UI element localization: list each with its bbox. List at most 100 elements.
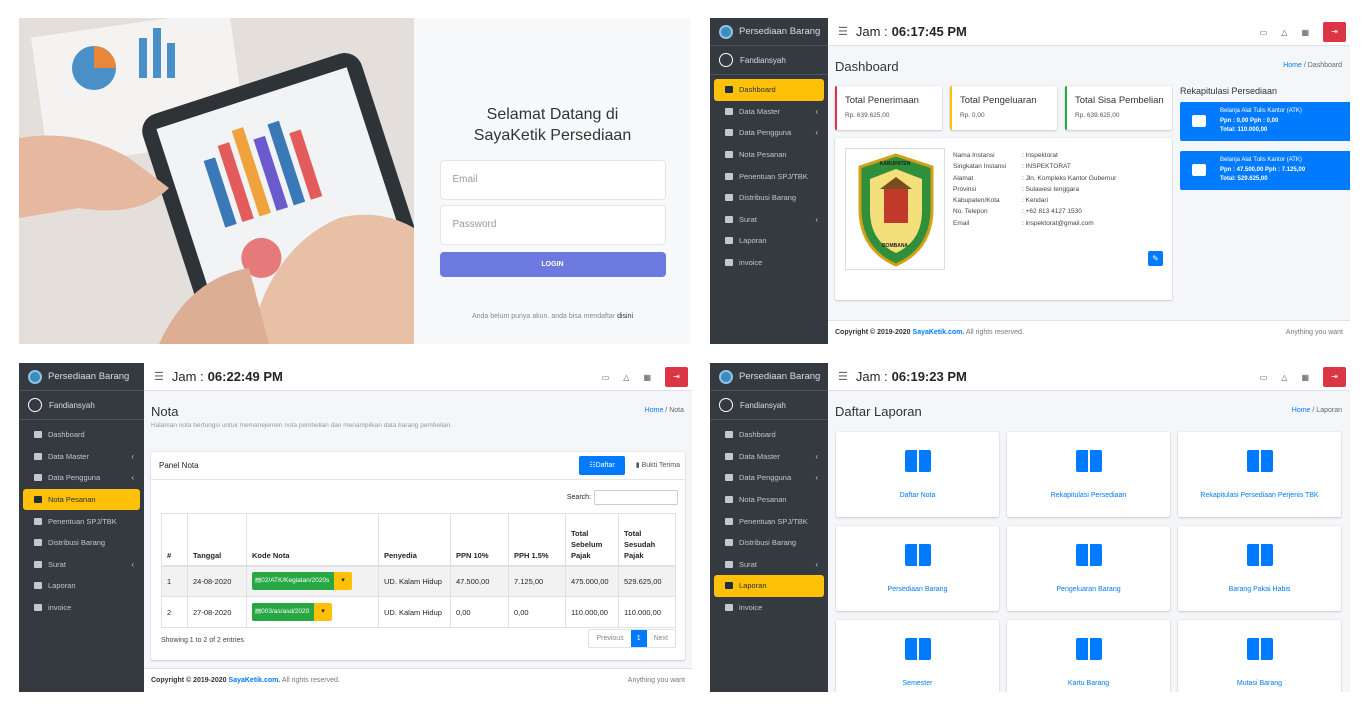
footer-rights: All rights reserved. bbox=[965, 329, 1024, 336]
chat-icon[interactable]: ▭ bbox=[602, 373, 610, 382]
chat-icon[interactable]: ▭ bbox=[1260, 28, 1268, 37]
sidebar-item-spj[interactable]: Penentuan SPJ/TBK bbox=[714, 510, 824, 532]
col-total-sesudah[interactable]: Total Sesudah Pajak bbox=[618, 513, 676, 567]
grid-icon[interactable]: ▦ bbox=[643, 373, 651, 382]
breadcrumb-home[interactable]: Home bbox=[645, 407, 664, 414]
grid-icon[interactable]: ▦ bbox=[1301, 28, 1309, 37]
bell-icon[interactable]: △ bbox=[1281, 373, 1287, 382]
panel-nota: Panel Nota ☷Daftar ▮ Bukti Terima Search… bbox=[151, 452, 685, 660]
sidebar-user[interactable]: Fandiansyah bbox=[710, 46, 828, 75]
sidebar-item-invoice[interactable]: invoice bbox=[23, 597, 140, 619]
report-rekapitulasi-persediaan[interactable]: Rekapitulasi Persediaan bbox=[1007, 432, 1170, 517]
caret-down-icon[interactable]: ▾ bbox=[314, 603, 332, 621]
sidebar-item-data-master[interactable]: Data Master ‹ bbox=[714, 101, 824, 123]
sidebar-item-distribusi[interactable]: Distribusi Barang bbox=[714, 532, 824, 554]
sidebar-item-dashboard[interactable]: Dashboard bbox=[714, 79, 824, 101]
col-penyedia[interactable]: Penyedia bbox=[378, 513, 451, 567]
report-label: Persediaan Barang bbox=[887, 586, 948, 593]
pagination-page-1[interactable]: 1 bbox=[630, 630, 647, 647]
sidebar-item-spj[interactable]: Penentuan SPJ/TBK bbox=[23, 510, 140, 532]
brand-label: Persediaan Barang bbox=[48, 371, 130, 382]
sidebar-item-data-pengguna[interactable]: Data Pengguna ‹ bbox=[23, 467, 140, 489]
sidebar-item-laporan[interactable]: Laporan bbox=[23, 575, 140, 597]
stat-sisa-pembelian: Total Sisa Pembelian Rp. 639.625,00 bbox=[1065, 86, 1172, 130]
sidebar-item-laporan[interactable]: Laporan bbox=[714, 575, 824, 597]
login-button[interactable]: LOGIN bbox=[439, 252, 666, 277]
report-semester[interactable]: Semester bbox=[836, 620, 999, 692]
sidebar-brand[interactable]: Persediaan Barang bbox=[710, 18, 828, 46]
sidebar-item-surat[interactable]: Surat ‹ bbox=[714, 209, 824, 231]
sidebar-item-dashboard[interactable]: Dashboard bbox=[23, 424, 140, 446]
hamburger-icon[interactable]: ☰ bbox=[154, 370, 164, 383]
list-icon bbox=[34, 474, 42, 482]
kode-nota-button[interactable]: ▤02/ATK/Kegiatan/2020s ▾ bbox=[252, 572, 352, 591]
sidebar-item-distribusi[interactable]: Distribusi Barang bbox=[714, 187, 824, 209]
sidebar-user[interactable]: Fandiansyah bbox=[710, 391, 828, 420]
sidebar-item-label: Data Master bbox=[48, 451, 89, 461]
logout-button[interactable]: ⇥ bbox=[1323, 367, 1346, 387]
report-daftar-nota[interactable]: Daftar Nota bbox=[836, 432, 999, 517]
bell-icon[interactable]: △ bbox=[1281, 28, 1287, 37]
sidebar-item-spj[interactable]: Penentuan SPJ/TBK bbox=[714, 165, 824, 187]
sidebar-item-surat[interactable]: Surat ‹ bbox=[23, 554, 140, 576]
sidebar-item-data-pengguna[interactable]: Data Pengguna ‹ bbox=[714, 467, 824, 489]
tab-daftar[interactable]: ☷Daftar bbox=[579, 456, 625, 475]
sidebar-brand[interactable]: Persediaan Barang bbox=[19, 363, 144, 391]
sidebar-user[interactable]: Fandiansyah bbox=[19, 391, 144, 420]
list-icon bbox=[725, 474, 733, 482]
report-rekapitulasi-perjenis-tbk[interactable]: Rekapitulasi Persediaan Perjenis TBK bbox=[1178, 432, 1341, 517]
footer-site-link[interactable]: SayaKetik.com. bbox=[229, 677, 281, 684]
login-form: Selamat Datang di SayaKetik Persediaan Em… bbox=[414, 18, 691, 344]
register-link[interactable]: disini bbox=[617, 313, 633, 320]
edit-button[interactable]: ✎ bbox=[1148, 251, 1163, 266]
report-mutasi-barang[interactable]: Mutasi Barang bbox=[1178, 620, 1341, 692]
sidebar-item-distribusi[interactable]: Distribusi Barang bbox=[23, 532, 140, 554]
col-tanggal[interactable]: Tanggal bbox=[187, 513, 247, 567]
sidebar-item-nota-pesanan[interactable]: Nota Pesanan bbox=[714, 144, 824, 166]
email-field[interactable]: Email bbox=[439, 160, 666, 200]
col-total-sebelum[interactable]: Total Sebelum Pajak bbox=[565, 513, 619, 567]
logout-button[interactable]: ⇥ bbox=[665, 367, 688, 387]
col-kode-nota[interactable]: Kode Nota bbox=[246, 513, 379, 567]
sidebar-item-nota-pesanan[interactable]: Nota Pesanan bbox=[23, 488, 140, 511]
col-pph[interactable]: PPH 1.5% bbox=[508, 513, 566, 567]
sidebar-item-invoice[interactable]: invoice bbox=[714, 252, 824, 274]
report-pengeluaran-barang[interactable]: Pengeluaran Barang bbox=[1007, 526, 1170, 611]
sidebar-item-dashboard[interactable]: Dashboard bbox=[714, 424, 824, 446]
password-field[interactable]: Password bbox=[439, 205, 666, 245]
cell-penyedia: UD. Kalam Hidup bbox=[378, 565, 451, 597]
pagination-previous[interactable]: Previous bbox=[589, 630, 630, 647]
report-kartu-barang[interactable]: Kartu Barang bbox=[1007, 620, 1170, 692]
hamburger-icon[interactable]: ☰ bbox=[838, 25, 848, 38]
search-input[interactable] bbox=[594, 490, 678, 505]
clock-value: 06:22:49 PM bbox=[207, 369, 283, 384]
sidebar-item-surat[interactable]: Surat ‹ bbox=[714, 554, 824, 576]
logout-button[interactable]: ⇥ bbox=[1323, 22, 1346, 42]
bell-icon[interactable]: △ bbox=[623, 373, 629, 382]
kode-nota-button[interactable]: ▤003/as/asd/2020 ▾ bbox=[252, 603, 332, 621]
report-persediaan-barang[interactable]: Persediaan Barang bbox=[836, 526, 999, 611]
sidebar-item-data-master[interactable]: Data Master ‹ bbox=[714, 446, 824, 468]
clock-label: Jam : bbox=[855, 369, 888, 384]
hamburger-icon[interactable]: ☰ bbox=[838, 370, 848, 383]
sidebar-item-invoice[interactable]: invoice bbox=[714, 597, 824, 619]
grid-icon[interactable]: ▦ bbox=[1301, 373, 1309, 382]
breadcrumb-home[interactable]: Home bbox=[1283, 62, 1302, 69]
stat-title: Total Pengeluaran bbox=[960, 95, 1037, 106]
table-row: 2 27-08-2020 ▤003/as/asd/2020 ▾ UD. Kalam… bbox=[161, 596, 676, 628]
col-ppn[interactable]: PPN 10% bbox=[450, 513, 509, 567]
chat-icon[interactable]: ▭ bbox=[1260, 373, 1268, 382]
report-barang-pakai-habis[interactable]: Barang Pakai Habis bbox=[1178, 526, 1341, 611]
breadcrumb-home[interactable]: Home bbox=[1292, 407, 1311, 414]
sidebar-brand[interactable]: Persediaan Barang bbox=[710, 363, 828, 391]
rekap-total: Total: 110.000,00 bbox=[1220, 127, 1268, 133]
col-no[interactable]: # bbox=[161, 513, 188, 567]
caret-down-icon[interactable]: ▾ bbox=[334, 572, 352, 591]
tab-bukti-terima[interactable]: ▮ Bukti Terima bbox=[636, 461, 680, 469]
footer-site-link[interactable]: SayaKetik.com. bbox=[913, 329, 965, 336]
sidebar-item-data-master[interactable]: Data Master ‹ bbox=[23, 446, 140, 468]
sidebar-item-nota-pesanan[interactable]: Nota Pesanan bbox=[714, 489, 824, 511]
pagination-next[interactable]: Next bbox=[647, 630, 675, 647]
sidebar-item-laporan[interactable]: Laporan bbox=[714, 230, 824, 252]
sidebar-item-data-pengguna[interactable]: Data Pengguna ‹ bbox=[714, 122, 824, 144]
